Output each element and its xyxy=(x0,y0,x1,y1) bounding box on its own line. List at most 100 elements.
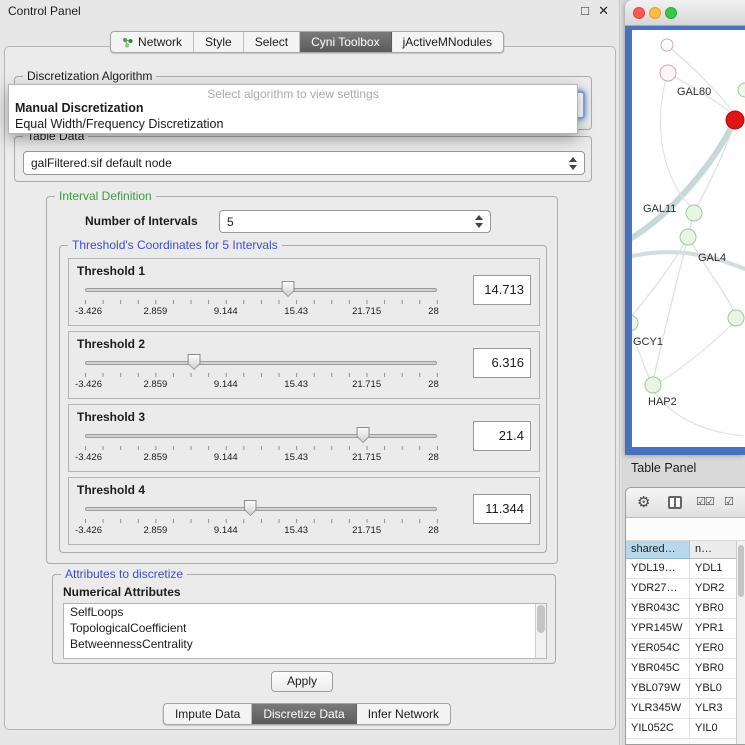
threshold-4-slider[interactable] xyxy=(85,505,437,515)
network-node[interactable] xyxy=(738,83,745,97)
network-node[interactable] xyxy=(728,310,744,326)
table-row[interactable]: YLR345WYLR3 xyxy=(626,699,745,719)
scale-label: 9.144 xyxy=(214,379,238,390)
threshold-4-label: Threshold 4 xyxy=(77,483,145,497)
threshold-2-value-field[interactable]: 6.316 xyxy=(473,348,531,378)
table-row[interactable]: YPR145WYPR1 xyxy=(626,619,745,639)
slider-scale: -3.426 2.859 9.144 15.43 21.715 28 xyxy=(85,379,437,391)
cell-shared-name: YBR045C xyxy=(626,659,690,679)
threshold-3-slider[interactable] xyxy=(85,432,437,442)
tab-label: jActiveMNodules xyxy=(403,35,492,49)
gear-icon[interactable]: ⚙ xyxy=(637,493,650,511)
cell-name: YDL1 xyxy=(690,559,740,579)
tab-cyni-toolbox[interactable]: Cyni Toolbox xyxy=(300,32,391,52)
slider-ticks xyxy=(85,519,438,523)
slider-ticks xyxy=(85,373,438,377)
algorithm-group-title: Discretization Algorithm xyxy=(23,69,156,83)
table-row[interactable]: YIL052CYIL0 xyxy=(626,719,745,739)
dropdown-option-equal-width[interactable]: Equal Width/Frequency Discretization xyxy=(15,117,223,131)
table-panel-window: ⚙ ☑☑ ☑ shared… n… YDL19…YDL1 YDR27…YDR2 … xyxy=(625,487,745,745)
slider-track[interactable] xyxy=(85,434,437,438)
threshold-2-slider[interactable] xyxy=(85,359,437,369)
slider-thumb[interactable] xyxy=(244,500,257,516)
close-icon[interactable]: ✕ xyxy=(598,3,609,19)
mac-zoom-button[interactable] xyxy=(665,7,677,19)
combo-stepper-icon xyxy=(569,157,577,170)
scale-label: 2.859 xyxy=(144,452,168,463)
cell-name: YLR3 xyxy=(690,699,740,719)
list-item[interactable]: TopologicalCoefficient xyxy=(64,620,546,636)
scale-label: 28 xyxy=(428,525,439,536)
tab-label: Network xyxy=(138,35,182,49)
network-canvas[interactable]: GAL80 GAL11 GAL4 GCY1 HAP2 xyxy=(632,30,745,447)
table-row[interactable]: YDL19…YDL1 xyxy=(626,559,745,579)
network-node[interactable] xyxy=(660,65,676,81)
table-row[interactable]: YBL079WYBL0 xyxy=(626,679,745,699)
network-node[interactable] xyxy=(686,205,702,221)
tab-infer-network[interactable]: Infer Network xyxy=(357,704,450,724)
control-panel-tabs: Network Style Select Cyni Toolbox jActiv… xyxy=(110,31,504,53)
float-window-icon[interactable]: □ xyxy=(581,3,589,18)
table-row[interactable]: YDR27…YDR2 xyxy=(626,579,745,599)
mac-close-button[interactable] xyxy=(633,7,645,19)
column-header-shared-name[interactable]: shared… xyxy=(626,541,690,559)
slider-track[interactable] xyxy=(85,361,437,365)
mac-minimize-button[interactable] xyxy=(649,7,661,19)
slider-thumb[interactable] xyxy=(357,427,370,443)
checkbox-icon[interactable]: ☑ xyxy=(724,495,734,508)
interval-definition-group: Interval Definition Number of Intervals … xyxy=(46,196,558,564)
tab-label: Cyni Toolbox xyxy=(311,35,379,49)
cell-name: YBR0 xyxy=(690,659,740,679)
cell-name: YBR0 xyxy=(690,599,740,619)
cell-shared-name: YDL19… xyxy=(626,559,690,579)
table-scrollbar[interactable] xyxy=(736,541,745,744)
list-scrollbar[interactable] xyxy=(535,604,546,658)
select-columns-icon[interactable]: ☑☑ xyxy=(696,495,714,508)
scale-label: -3.426 xyxy=(75,306,102,317)
node-label-gcy1: GCY1 xyxy=(633,336,663,348)
list-item[interactable]: BetweennessCentrality xyxy=(64,636,546,652)
tab-select[interactable]: Select xyxy=(244,32,300,52)
list-item[interactable]: SelfLoops xyxy=(64,604,546,620)
slider-ticks xyxy=(85,300,438,304)
network-node[interactable] xyxy=(680,229,696,245)
threshold-3-value-field[interactable]: 21.4 xyxy=(473,421,531,451)
table-panel-title: Table Panel xyxy=(631,461,696,475)
table-row[interactable]: YER054CYER0 xyxy=(626,639,745,659)
slider-track[interactable] xyxy=(85,288,437,292)
table-row[interactable]: YBR045CYBR0 xyxy=(626,659,745,679)
threshold-1-slider[interactable] xyxy=(85,286,437,296)
columns-icon[interactable] xyxy=(668,496,682,509)
cell-shared-name: YIL052C xyxy=(626,719,690,739)
scrollbar-thumb[interactable] xyxy=(738,545,744,597)
cell-shared-name: YBR043C xyxy=(626,599,690,619)
scrollbar-thumb[interactable] xyxy=(537,605,545,633)
network-window-titlebar[interactable] xyxy=(625,0,745,26)
tab-jactivemnodules[interactable]: jActiveMNodules xyxy=(392,32,503,52)
network-node[interactable] xyxy=(632,315,638,331)
network-node[interactable] xyxy=(661,39,673,51)
tab-style[interactable]: Style xyxy=(194,32,244,52)
threshold-1-value-field[interactable]: 14.713 xyxy=(473,275,531,305)
node-label-hap2: HAP2 xyxy=(648,396,677,408)
dropdown-option-manual-discretization[interactable]: Manual Discretization xyxy=(15,101,144,115)
slider-scale: -3.426 2.859 9.144 15.43 21.715 28 xyxy=(85,525,437,537)
scale-label: -3.426 xyxy=(75,379,102,390)
tab-network[interactable]: Network xyxy=(111,32,194,52)
tab-impute-data[interactable]: Impute Data xyxy=(164,704,252,724)
threshold-4-value-field[interactable]: 11.344 xyxy=(473,494,531,524)
table-row[interactable]: YBR043CYBR0 xyxy=(626,599,745,619)
slider-thumb[interactable] xyxy=(282,281,295,297)
network-view-window: GAL80 GAL11 GAL4 GCY1 HAP2 xyxy=(625,0,745,455)
number-of-intervals-combobox[interactable]: 5 xyxy=(219,210,491,233)
table-data-combobox[interactable]: galFiltered.sif default node xyxy=(23,151,585,175)
apply-button[interactable]: Apply xyxy=(271,671,333,692)
network-node[interactable] xyxy=(645,377,661,393)
tab-discretize-data[interactable]: Discretize Data xyxy=(252,704,356,724)
slider-thumb[interactable] xyxy=(188,354,201,370)
cell-shared-name: YDR27… xyxy=(626,579,690,599)
network-node-selected[interactable] xyxy=(726,111,744,129)
thresholds-group-title: Threshold's Coordinates for 5 Intervals xyxy=(68,238,282,252)
slider-track[interactable] xyxy=(85,507,437,511)
numerical-attributes-label: Numerical Attributes xyxy=(63,585,181,599)
